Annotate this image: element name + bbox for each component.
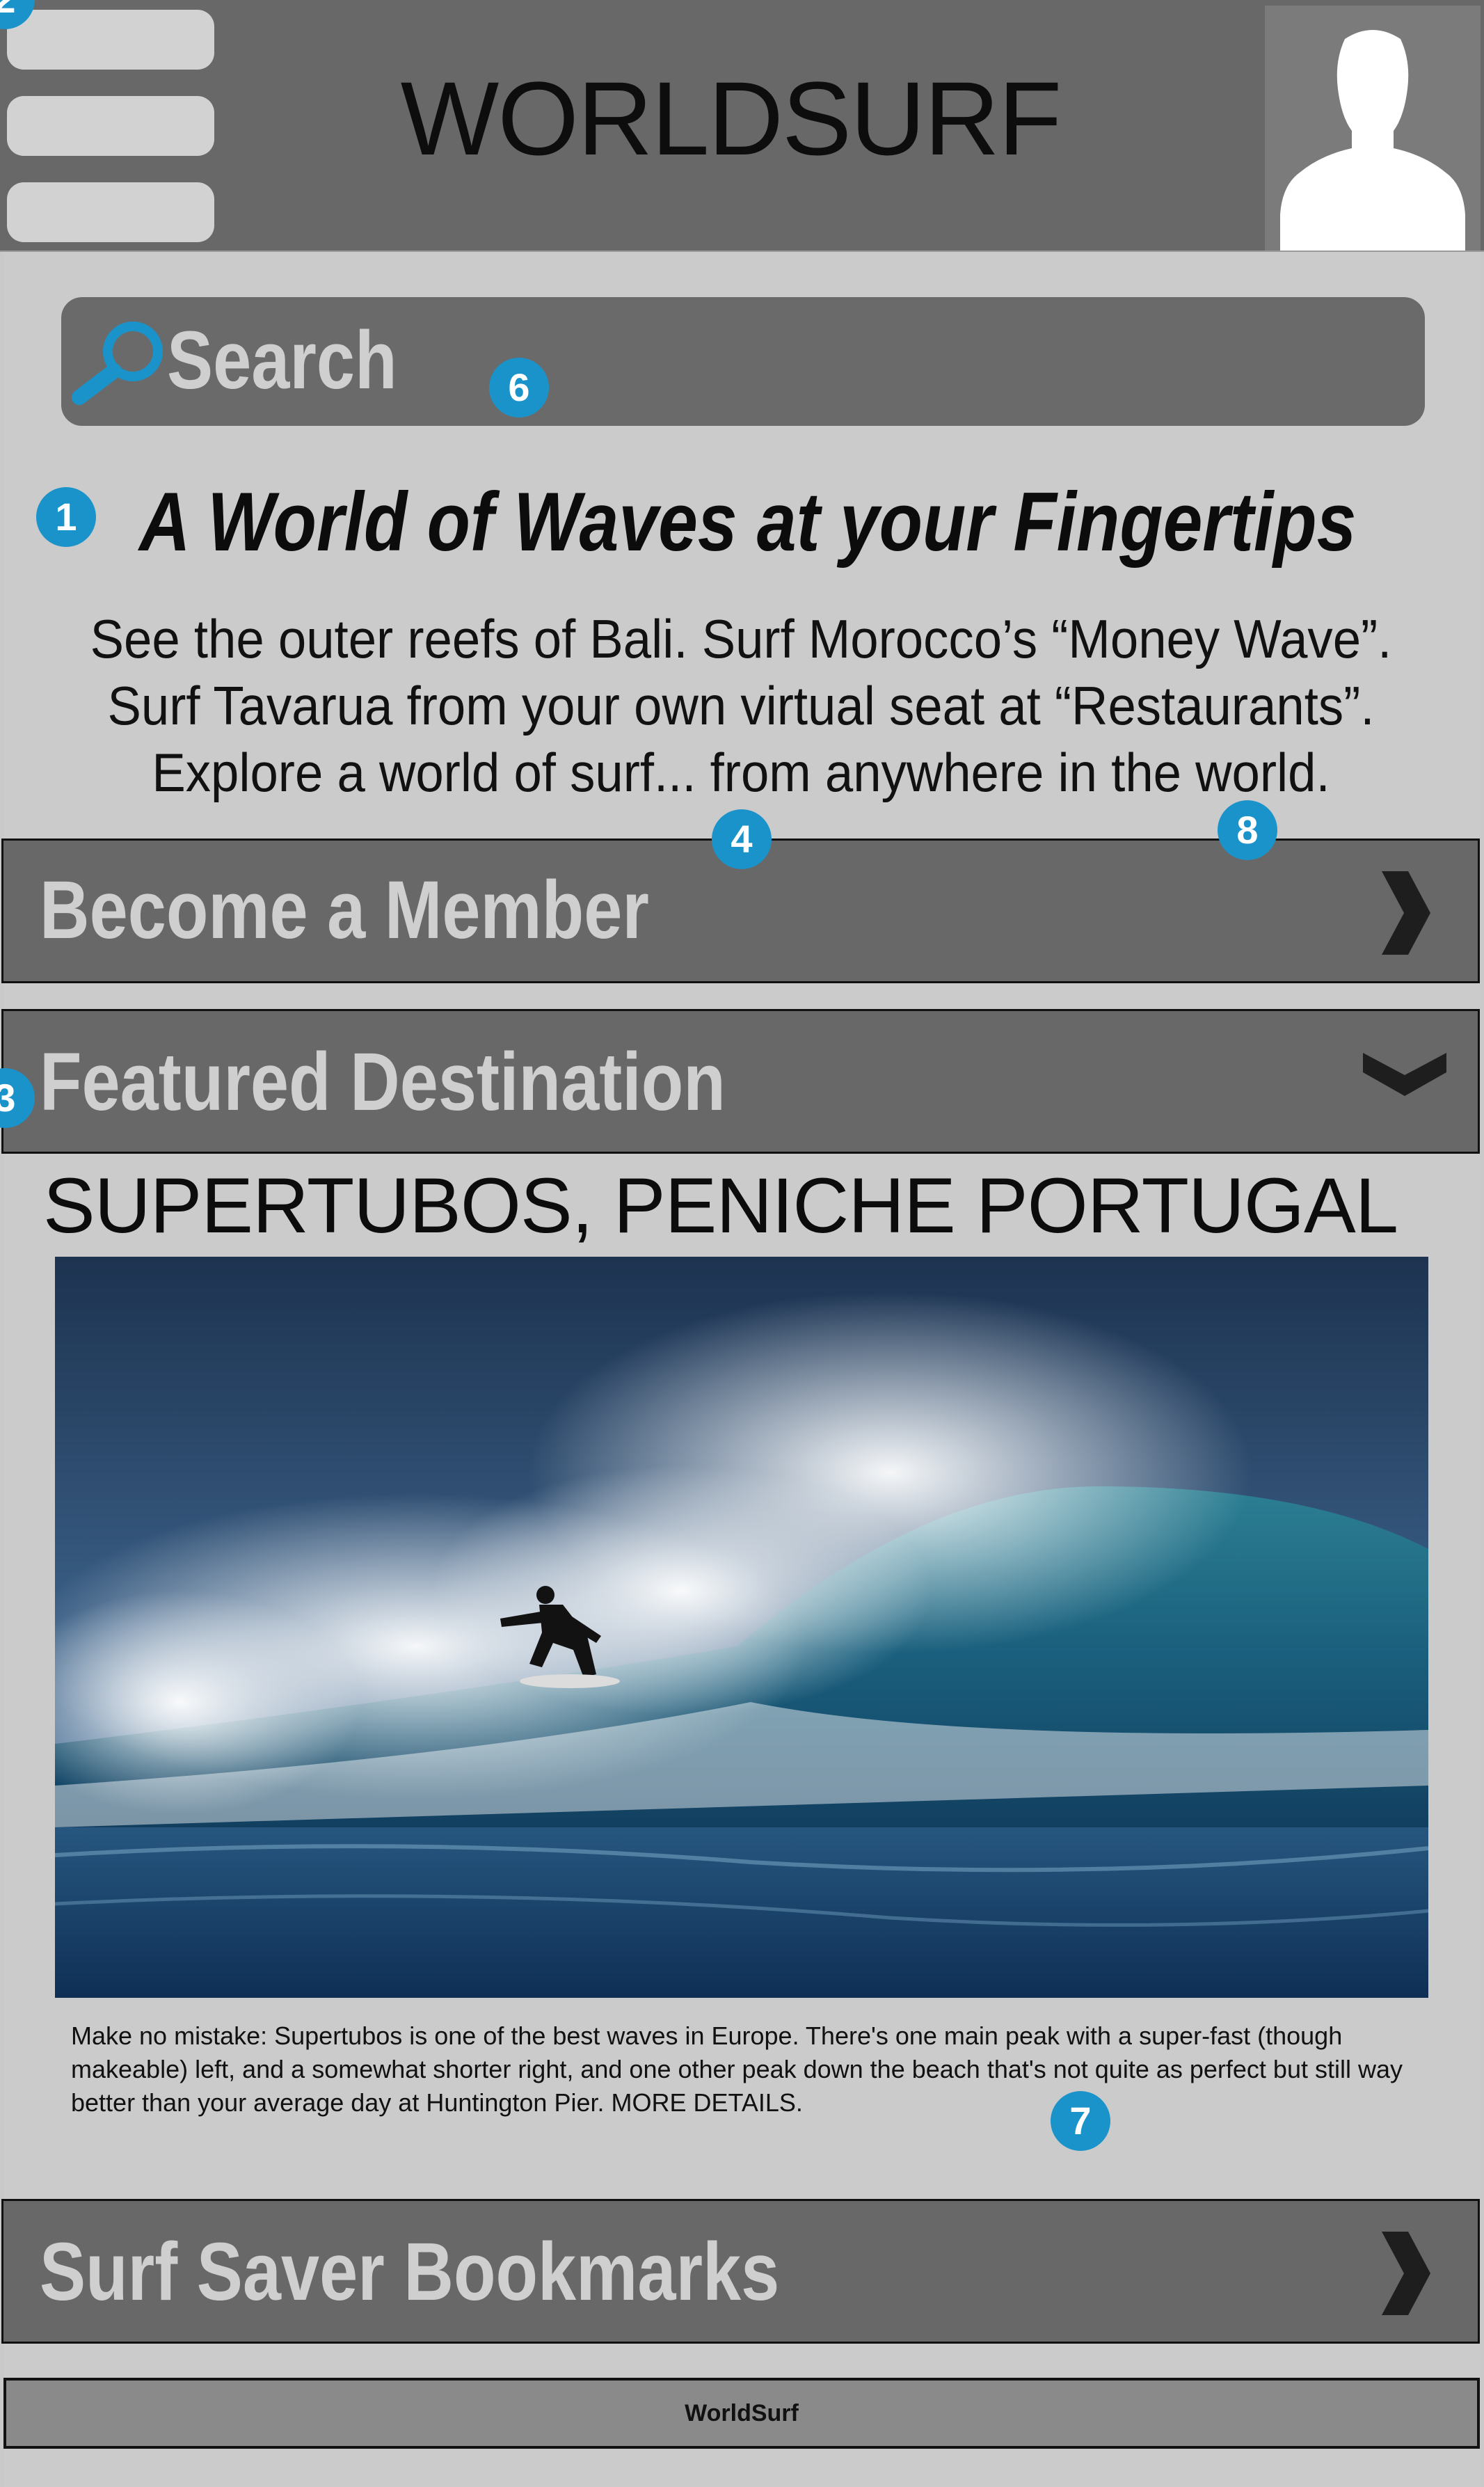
user-avatar-icon[interactable] — [1265, 6, 1481, 251]
destination-description: Make no mistake: Supertubos is one of th… — [71, 2021, 1403, 2117]
featured-destination-label: Featured Destination — [40, 1036, 726, 1128]
annotation-marker-4: 4 — [712, 809, 772, 869]
search-label: Search — [167, 315, 397, 406]
hero-intro: See the outer reefs of Bali. Surf Morocc… — [90, 608, 1392, 803]
hero-tagline: A World of Waves at your Fingertips — [139, 475, 1357, 569]
destination-title: SUPERTUBOS, PENICHE PORTUGAL — [43, 1162, 1398, 1249]
annotation-marker-8: 8 — [1218, 800, 1277, 860]
search-bar[interactable]: Search — [61, 297, 1425, 426]
bookmarks-label: Surf Saver Bookmarks — [40, 2226, 780, 2318]
surf-photo — [55, 1257, 1428, 1998]
annotation-marker-7: 7 — [1051, 2091, 1110, 2151]
featured-destination-header[interactable]: Featured Destination — [1, 1009, 1480, 1154]
menu-bar-line — [7, 96, 214, 156]
search-icon — [72, 321, 163, 405]
menu-bar-line — [7, 10, 214, 70]
annotation-marker-1: 1 — [36, 487, 96, 547]
chevron-right-icon — [1382, 2232, 1430, 2315]
become-member-label: Become a Member — [40, 864, 649, 956]
footer-text: WorldSurf — [685, 2400, 799, 2426]
app-title: WORLDSURF — [400, 60, 1062, 177]
menu-bar-line — [7, 182, 214, 242]
surf-saver-bookmarks-button[interactable]: Surf Saver Bookmarks — [1, 2199, 1480, 2344]
annotation-marker-6: 6 — [489, 358, 549, 418]
footer: WorldSurf — [3, 2378, 1480, 2449]
chevron-right-icon — [1382, 871, 1430, 955]
chevron-down-icon — [1363, 1053, 1446, 1096]
app-header: WORLDSURF — [0, 0, 1484, 252]
